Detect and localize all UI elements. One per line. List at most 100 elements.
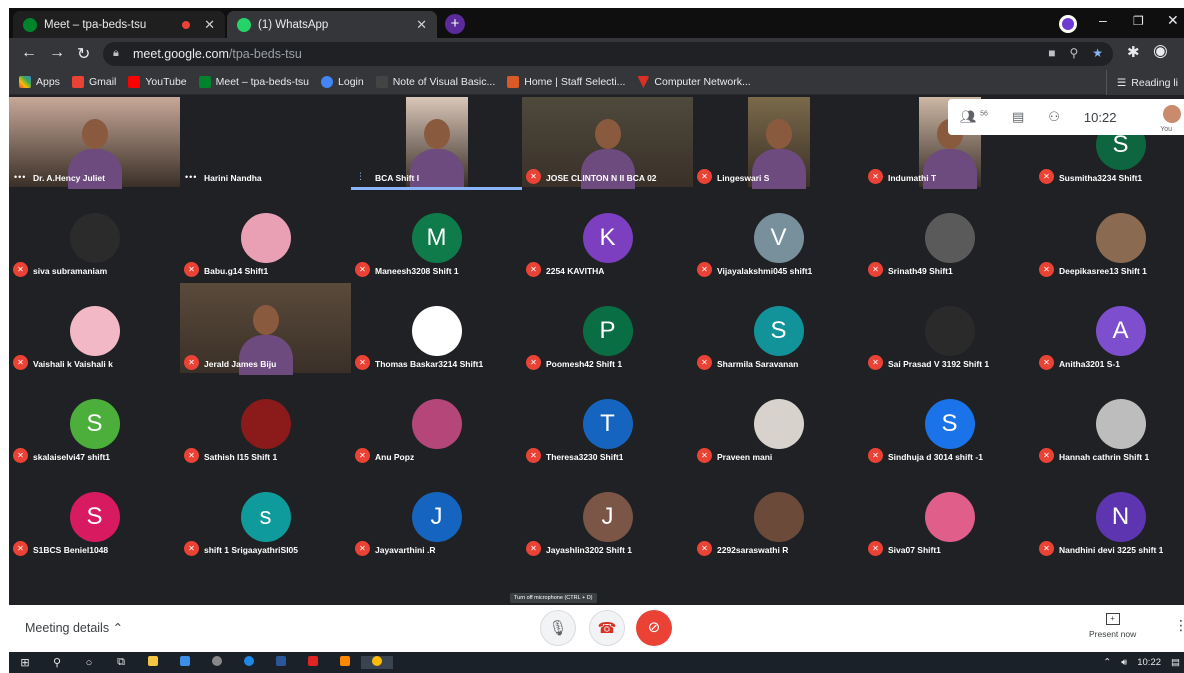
restore-button[interactable]: ❐ [1133, 14, 1144, 28]
participant-tile[interactable]: ✕ Babu.g14 Shift1 [180, 190, 351, 280]
participant-tile[interactable]: S ✕ S1BCS Beniel1048 [9, 469, 180, 559]
mic-off-icon: ✕ [184, 355, 199, 370]
participant-tile[interactable]: ✕ 2292saraswathi R [693, 469, 864, 559]
participant-tile[interactable]: ✕ Siva07 Shift1 [864, 469, 1035, 559]
search-icon[interactable]: ⚲ [41, 656, 73, 669]
participant-tile[interactable]: A ✕ Anitha3201 S-1 [1035, 283, 1184, 373]
bookmark-gmail[interactable]: Gmail [71, 76, 116, 88]
participant-tile[interactable]: J ✕ Jayashlin3202 Shift 1 [522, 469, 693, 559]
mic-off-icon: ✕ [184, 541, 199, 556]
account-icon[interactable]: ◉ [1153, 41, 1168, 61]
participant-tile[interactable]: ✕ Thomas Baskar3214 Shift1 [351, 283, 522, 373]
chrome-icon[interactable] [361, 656, 393, 669]
participant-tile[interactable]: N ✕ Nandhini devi 3225 shift 1 [1035, 469, 1184, 559]
reading-list[interactable]: ☰ Reading li [1105, 70, 1184, 95]
bookmark-star-icon[interactable]: ★ [1092, 46, 1103, 60]
acrobat-icon[interactable] [297, 656, 329, 669]
start-icon[interactable]: ⊞ [9, 656, 41, 669]
word-icon[interactable] [265, 656, 297, 669]
volume-icon[interactable]: 🔊︎ [1121, 657, 1127, 668]
camera-icon[interactable]: ■ [1048, 46, 1055, 60]
participant-tile[interactable]: P ✕ Poomesh42 Shift 1 [522, 283, 693, 373]
bookmark-visual-basic[interactable]: Note of Visual Basic... [375, 76, 495, 88]
back-button[interactable]: ← [21, 44, 37, 62]
camera-button[interactable]: ⊘ [636, 610, 672, 646]
reload-button[interactable]: ↻ [77, 44, 90, 64]
participant-tile[interactable]: K ✕ 2254 KAVITHA [522, 190, 693, 280]
more-options-icon[interactable]: ⋮ [1174, 617, 1184, 634]
bookmark-login[interactable]: Login [321, 76, 364, 88]
extensions-icon[interactable]: ✱ [1127, 43, 1140, 61]
people-button[interactable]: 👥︎ 56 [960, 109, 988, 125]
chat-icon[interactable]: ▤ [1012, 109, 1024, 125]
close-icon[interactable]: ✕ [204, 17, 215, 33]
close-window-button[interactable]: ✕ [1167, 12, 1179, 29]
participant-tile[interactable]: ✕ Sai Prasad V 3192 Shift 1 [864, 283, 1035, 373]
participant-tile[interactable]: ✕ Sathish I15 Shift 1 [180, 376, 351, 466]
participant-tile[interactable]: ✕ Praveen mani [693, 376, 864, 466]
participant-tile[interactable]: S ✕ skalaiselvi47 shift1 [9, 376, 180, 466]
participant-tile[interactable]: T ✕ Theresa3230 Shift1 [522, 376, 693, 466]
participant-name: Sai Prasad V 3192 Shift 1 [888, 359, 990, 369]
bookmark-computer-network[interactable]: Computer Network... [637, 76, 751, 88]
participant-name: Susmitha3234 Shift1 [1059, 173, 1143, 183]
leave-call-button[interactable]: ☎︎ [589, 610, 625, 646]
zoom-icon[interactable]: ⚲ [1069, 46, 1078, 60]
bookmark-youtube[interactable]: YouTube [128, 76, 187, 88]
participant-tile[interactable]: M ✕ Maneesh3208 Shift 1 [351, 190, 522, 280]
tab-whatsapp[interactable]: (1) WhatsApp ✕ [227, 11, 437, 38]
participant-tile[interactable]: S ✕ Sindhuja d 3014 shift -1 [864, 376, 1035, 466]
participant-tile[interactable]: ✕ Vaishali k Vaishali k [9, 283, 180, 373]
avatar-photo [69, 306, 120, 356]
bookmark-meet[interactable]: Meet – tpa-beds-tsu [198, 76, 309, 88]
audio-level-icon: ••• [14, 172, 27, 182]
activities-icon[interactable]: ⚇ [1048, 109, 1060, 125]
close-icon[interactable]: ✕ [416, 17, 427, 33]
participant-tile[interactable]: ✕ Srinath49 Shift1 [864, 190, 1035, 280]
participant-tile[interactable]: V ✕ Vijayalakshmi045 shift1 [693, 190, 864, 280]
person-body [410, 149, 464, 189]
minimize-button[interactable]: – [1099, 12, 1107, 28]
bookmark-apps[interactable]: Apps [19, 76, 60, 88]
participant-tile[interactable]: ✕ Hannah cathrin Shift 1 [1035, 376, 1184, 466]
participant-tile[interactable]: ••• Harini Nandha [180, 97, 351, 187]
participant-tile[interactable]: ✕ Anu Popz [351, 376, 522, 466]
address-bar[interactable]: 🔒︎ meet.google.com/tpa-beds-tsu ■ ⚲ ★ [103, 42, 1113, 66]
edge-icon[interactable] [233, 656, 265, 669]
globe-icon [321, 76, 334, 88]
store-icon[interactable] [169, 656, 201, 669]
chevron-up-icon[interactable]: ⌃ [1103, 657, 1111, 668]
participant-tile[interactable]: ✕ siva subramaniam [9, 190, 180, 280]
mic-off-icon: ✕ [355, 355, 370, 370]
task-view-icon[interactable]: ⧉ [105, 656, 137, 669]
microphone-button[interactable]: 🎙︎ [540, 610, 576, 646]
present-now-button[interactable]: + Present now [1089, 613, 1136, 639]
tab-meet[interactable]: Meet – tpa-beds-tsu ✕ [13, 11, 225, 38]
participant-tile[interactable]: ✕ JOSE CLINTON N II BCA 02 [522, 97, 693, 189]
vlc-icon[interactable] [329, 656, 361, 669]
meeting-details-button[interactable]: Meeting details ⌃ [25, 620, 123, 635]
app-icon[interactable] [201, 656, 233, 669]
participant-tile[interactable]: ••• Dr. A.Hency Juliet [9, 97, 180, 189]
new-tab-button[interactable]: + [445, 14, 465, 34]
participant-tile[interactable]: ✕ Deepikasree13 Shift 1 [1035, 190, 1184, 280]
participant-tile[interactable]: s ✕ shift 1 SrigaayathriSI05 [180, 469, 351, 559]
participant-name: Sindhuja d 3014 shift -1 [888, 452, 983, 462]
meet-icon [23, 17, 37, 32]
participant-tile[interactable]: J ✕ Jayavarthini .R [351, 469, 522, 559]
mic-off-icon: ✕ [13, 541, 28, 556]
participant-tile[interactable]: ✕ Jerald James Biju [180, 283, 351, 375]
profile-icon[interactable] [1059, 15, 1077, 33]
avatar-photo [753, 399, 804, 449]
file-explorer-icon[interactable] [137, 656, 169, 669]
participant-tile[interactable]: ✕ Lingeswari S [693, 97, 864, 189]
participant-tile[interactable]: ⋮ BCA Shift I [351, 97, 522, 189]
participant-count: 56 [980, 110, 988, 118]
bookmark-staff-selection[interactable]: Home | Staff Selecti... [507, 76, 625, 88]
cortana-icon[interactable]: ○ [73, 657, 105, 669]
taskbar-clock[interactable]: 10:22 [1137, 657, 1161, 668]
participant-tile[interactable]: S ✕ Sharmila Saravanan [693, 283, 864, 373]
notifications-icon[interactable]: ▤ [1171, 657, 1180, 668]
meet-icon [198, 76, 211, 88]
forward-button[interactable]: → [49, 44, 65, 62]
